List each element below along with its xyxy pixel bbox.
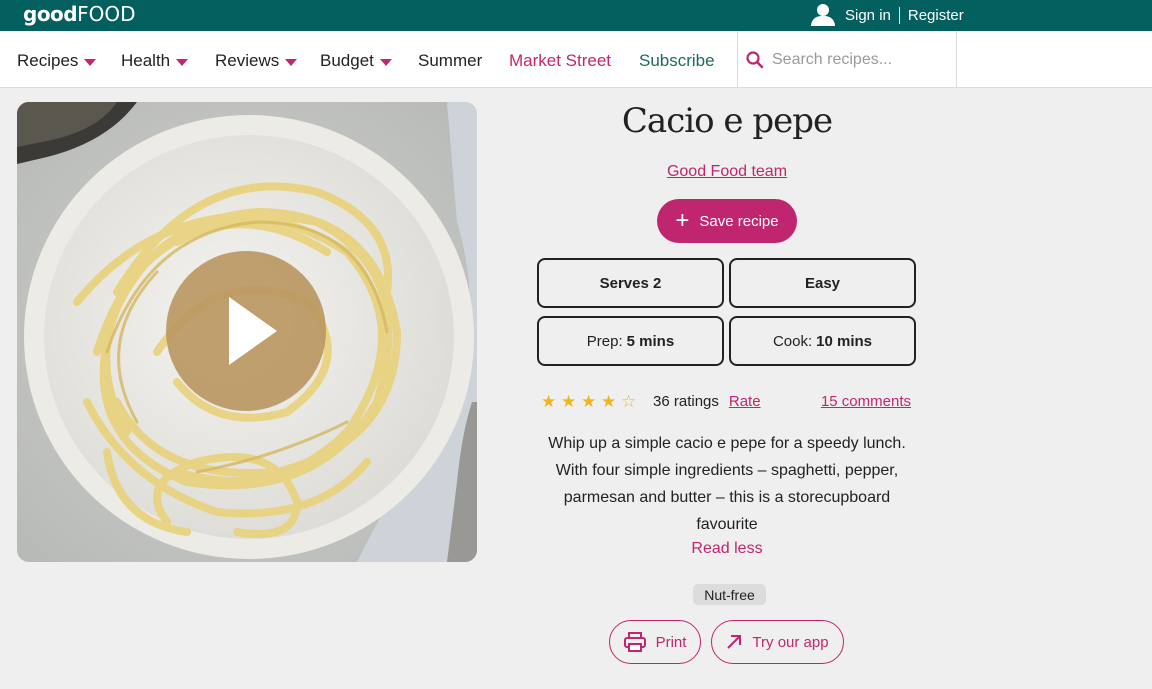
rate-link[interactable]: Rate bbox=[729, 393, 761, 410]
nav-item-budget[interactable]: Budget bbox=[320, 51, 392, 71]
search-input[interactable] bbox=[772, 50, 952, 69]
arrow-up-right-icon bbox=[727, 635, 742, 649]
star-filled-icon[interactable]: ★ bbox=[581, 393, 601, 410]
nav-item-health[interactable]: Health bbox=[121, 51, 189, 71]
author-link[interactable]: Good Food team bbox=[537, 163, 917, 181]
ratings-row: ★ ★ ★ ★ ☆ 36 ratings Rate bbox=[541, 393, 761, 411]
recipe-description: Whip up a simple cacio e pepe for a spee… bbox=[548, 435, 906, 533]
print-label: Print bbox=[655, 633, 687, 651]
sign-in-link[interactable]: Sign in bbox=[845, 7, 891, 24]
serves-info: Serves 2 bbox=[537, 258, 724, 308]
chevron-down-icon bbox=[84, 58, 97, 66]
site-logo[interactable]: goodFOOD bbox=[23, 2, 136, 26]
star-empty-icon[interactable]: ☆ bbox=[621, 393, 641, 410]
chevron-down-icon bbox=[379, 58, 392, 66]
save-recipe-button[interactable]: + Save recipe bbox=[657, 199, 797, 243]
top-bar: goodFOOD Sign in Register bbox=[0, 0, 1152, 31]
star-rating[interactable]: ★ ★ ★ ★ ☆ bbox=[541, 393, 641, 410]
search-box bbox=[737, 31, 957, 88]
ratings-count: 36 ratings bbox=[653, 393, 719, 410]
diet-tag[interactable]: Nut-free bbox=[693, 584, 766, 605]
try-app-button[interactable]: Try our app bbox=[711, 620, 844, 664]
nav-item-summer[interactable]: Summer bbox=[418, 51, 482, 71]
chevron-down-icon bbox=[176, 58, 189, 66]
printer-icon bbox=[623, 632, 646, 652]
search-icon[interactable] bbox=[746, 50, 764, 69]
divider bbox=[898, 6, 900, 24]
star-filled-icon[interactable]: ★ bbox=[561, 393, 581, 410]
chevron-down-icon bbox=[285, 58, 298, 66]
recipe-title: Cacio e pepe bbox=[621, 101, 833, 141]
read-less-link[interactable]: Read less bbox=[537, 540, 917, 558]
prep-time-info: Prep: 5 mins bbox=[537, 316, 724, 366]
nav-item-market-street[interactable]: Market Street bbox=[509, 51, 611, 71]
nav-item-subscribe[interactable]: Subscribe bbox=[639, 51, 715, 71]
cook-time-info: Cook: 10 mins bbox=[729, 316, 916, 366]
star-filled-icon[interactable]: ★ bbox=[541, 393, 561, 410]
print-button[interactable]: Print bbox=[609, 620, 701, 664]
nav-item-reviews[interactable]: Reviews bbox=[215, 51, 298, 71]
main-nav: Recipes Health Reviews Budget Summer Mar… bbox=[0, 31, 1152, 88]
difficulty-info: Easy bbox=[729, 258, 916, 308]
account-links: Sign in Register bbox=[810, 3, 964, 27]
user-icon[interactable] bbox=[810, 4, 836, 26]
nav-item-recipes[interactable]: Recipes bbox=[17, 51, 97, 71]
save-recipe-label: Save recipe bbox=[699, 212, 779, 230]
play-video-button[interactable] bbox=[166, 251, 326, 411]
plus-icon: + bbox=[675, 207, 690, 234]
comments-link[interactable]: 15 comments bbox=[800, 393, 911, 410]
recipe-hero-image[interactable] bbox=[17, 102, 477, 562]
try-app-label: Try our app bbox=[752, 633, 829, 651]
register-link[interactable]: Register bbox=[908, 7, 964, 24]
star-filled-icon[interactable]: ★ bbox=[601, 393, 621, 410]
